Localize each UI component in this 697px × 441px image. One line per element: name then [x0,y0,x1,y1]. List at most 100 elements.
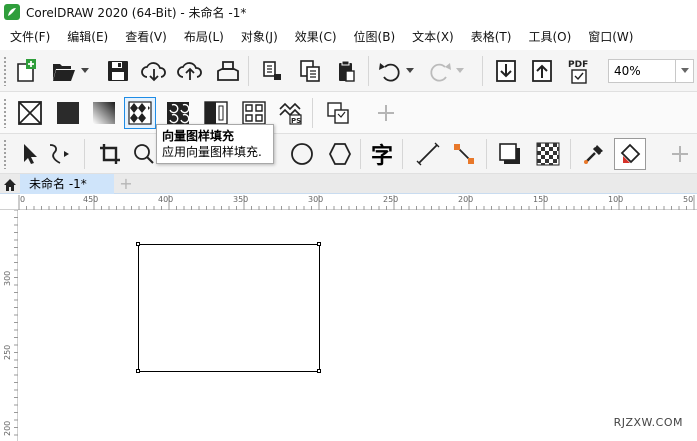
ruler-label: 0 [20,195,26,204]
crop-icon [100,144,120,164]
bitmap-pattern-fill-icon [167,102,190,124]
ruler-label: 250 [383,195,399,204]
drop-shadow-tool-button[interactable] [494,138,526,170]
two-color-pattern-icon [204,101,228,125]
menu-file[interactable]: 文件(F) [0,28,57,45]
uniform-fill-button[interactable] [52,97,84,129]
menu-table[interactable]: 表格(T) [461,28,519,45]
new-document-button[interactable] [10,55,42,87]
transparency-tool-button[interactable] [532,138,564,170]
toolbar-separator [312,98,313,128]
vector-pattern-fill-icon [128,101,152,125]
selection-handle[interactable] [317,242,321,246]
mesh-fill-button[interactable] [322,97,354,129]
plus-icon [378,105,394,121]
tooltip-title: 向量图样填充 [162,129,235,143]
folder-open-icon [53,64,75,81]
menu-edit[interactable]: 编辑(E) [57,28,115,45]
postscript-fill-button[interactable]: PS [274,97,306,129]
save-icon [108,61,128,81]
open-recent-dropdown[interactable] [78,55,92,87]
undo-dropdown[interactable] [404,55,416,87]
dimension-tool-button[interactable] [412,138,444,170]
vector-pattern-fill-button[interactable] [124,97,156,129]
paste-button[interactable] [294,55,326,87]
zoom-level-value[interactable]: 40% [609,64,675,78]
horizontal-ruler-ticks [18,195,695,210]
fill-toolbar: PS [0,92,697,134]
text-tool-button[interactable]: 字 [366,138,398,170]
toolbar-grip[interactable] [3,98,7,128]
customize-toolbox-button[interactable] [664,138,696,170]
import-from-cloud-button[interactable] [138,55,170,87]
redo-dropdown[interactable] [454,55,466,87]
shape-tool-button[interactable] [44,138,76,170]
selection-handle[interactable] [136,369,140,373]
menu-view[interactable]: 查看(V) [115,28,174,45]
polygon-tool-button[interactable] [324,138,356,170]
menu-object[interactable]: 对象(J) [231,28,285,45]
tooltip: 向量图样填充 应用向量图样填充. [156,124,274,164]
hexagon-icon [328,143,352,165]
ruler-label: 200 [458,195,474,204]
home-icon [4,178,16,191]
import-button[interactable] [490,55,522,87]
connector-tool-button[interactable] [448,138,480,170]
selection-handle[interactable] [136,242,140,246]
zoom-level-combobox[interactable]: 40% [608,59,694,83]
export-button[interactable] [526,55,558,87]
open-document-button[interactable] [48,55,80,87]
menu-bitmaps[interactable]: 位图(B) [344,28,403,45]
standard-toolbar: PDF 40% [0,50,697,92]
undo-icon [379,63,400,82]
menu-window[interactable]: 窗口(W) [578,28,640,45]
welcome-screen-tab[interactable] [0,174,20,194]
magnifier-icon [134,144,154,164]
color-eyedropper-tool-button[interactable] [578,138,610,170]
ruler-label: 100 [608,195,624,204]
cut-button[interactable] [330,55,362,87]
rectangle-shape[interactable] [138,244,320,372]
drop-shadow-icon [499,143,520,164]
copy-button[interactable] [256,55,288,87]
zoom-dropdown-button[interactable] [675,60,693,82]
menu-tools[interactable]: 工具(O) [518,28,578,45]
export-to-cloud-button[interactable] [174,55,206,87]
ruler-label: 200 [3,420,12,436]
toolbar-grip[interactable] [3,139,7,169]
redo-button[interactable] [424,55,456,87]
interactive-fill-tool-button[interactable] [614,138,646,170]
save-button[interactable] [102,55,134,87]
toolbar-grip[interactable] [3,56,7,86]
print-button[interactable] [212,55,244,87]
no-fill-icon [18,101,42,125]
horizontal-ruler[interactable]: 0 450 400 350 300 250 200 150 100 50 [0,195,697,210]
pick-tool-button[interactable] [14,138,46,170]
menu-text[interactable]: 文本(X) [402,28,461,45]
toolbar-separator [368,56,369,86]
crop-tool-button[interactable] [94,138,126,170]
undo-button[interactable] [374,55,406,87]
ruler-label: 150 [533,195,549,204]
toolbar-separator [570,139,571,169]
menu-layout[interactable]: 布局(L) [174,28,231,45]
chevron-down-icon [406,68,414,73]
toolbar-separator [482,56,483,86]
ruler-label: 350 [233,195,249,204]
document-tab[interactable]: 未命名 -1* [20,174,114,194]
no-fill-button[interactable] [14,97,46,129]
menu-effects[interactable]: 效果(C) [285,28,344,45]
new-document-tab-button[interactable]: + [116,174,136,194]
cloud-download-icon [141,62,166,82]
publish-pdf-button[interactable]: PDF [564,55,596,87]
toolbox-toolbar: 字 [0,134,697,174]
ellipse-tool-button[interactable] [286,138,318,170]
new-document-icon [17,59,36,82]
vertical-ruler[interactable]: 300 250 200 [0,210,18,441]
drawing-canvas[interactable] [19,211,697,441]
fountain-fill-button[interactable] [88,97,120,129]
selection-handle[interactable] [317,369,321,373]
print-icon [217,61,239,81]
customize-fill-toolbar-button[interactable] [370,97,402,129]
ruler-label: 450 [83,195,99,204]
